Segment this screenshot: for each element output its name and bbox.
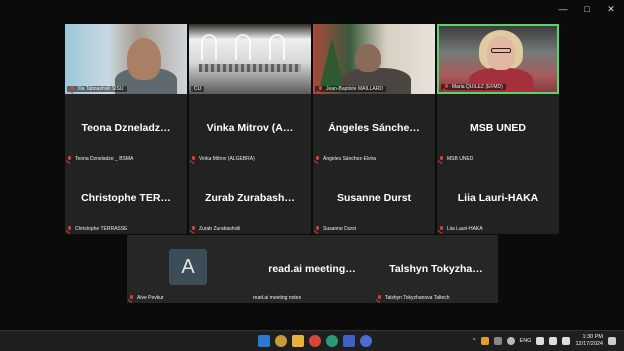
mic-muted-icon xyxy=(318,86,323,92)
participant-display-name: Susanne Durst xyxy=(336,192,412,204)
notifications-icon[interactable] xyxy=(608,337,616,345)
participant-tile[interactable]: read.ai meeting… read.ai meeting notes xyxy=(251,235,373,303)
microphone-icon[interactable] xyxy=(506,337,515,345)
participant-tile[interactable]: Susanne Durst Susanne Durst xyxy=(313,164,435,234)
participant-name: CU xyxy=(194,86,202,92)
participant-tile[interactable]: Liia Lauri-HAKA Liia Lauri-HAKA xyxy=(437,164,559,234)
video-tile[interactable]: Ilia Tabnashvili SISU xyxy=(65,24,187,94)
participant-display-name: Teona Dzneladz… xyxy=(81,122,171,134)
participant-video xyxy=(491,48,511,53)
taskbar-apps xyxy=(258,335,372,347)
mic-muted-icon xyxy=(129,295,134,301)
language-indicator[interactable]: ENG xyxy=(520,338,532,344)
search-icon[interactable] xyxy=(275,335,287,347)
participant-tile[interactable]: Talshyn Tokyzha… Talshyn Tokyzhanova Tal… xyxy=(375,235,497,303)
participant-tile[interactable]: Zurab Zurabash… Zurab Zurabashvili xyxy=(189,164,311,234)
participant-tile[interactable]: Ángeles Sánche… Ángeles Sánchez-Elvira xyxy=(313,94,435,164)
edge-icon[interactable] xyxy=(326,335,338,347)
system-tray: ^ ENG 1:30 PM 12/17/2024 xyxy=(473,334,616,348)
windows-taskbar: ^ ENG 1:30 PM 12/17/2024 xyxy=(0,330,624,351)
mic-muted-icon xyxy=(191,226,196,232)
participant-video xyxy=(355,44,381,72)
participant-display-name: Ángeles Sánche… xyxy=(328,122,420,134)
room-arch xyxy=(235,34,251,60)
participant-name: read.ai meeting notes xyxy=(253,295,302,301)
mic-muted-icon xyxy=(70,86,75,92)
window-controls: — □ ✕ xyxy=(558,4,616,14)
tray-app-icon[interactable] xyxy=(480,337,489,345)
participant-tile[interactable]: Teona Dzneladz… Teona Dzneladze _ BSMA xyxy=(65,94,187,164)
mic-muted-icon xyxy=(315,226,320,232)
volume-icon[interactable] xyxy=(549,337,558,345)
video-tile[interactable]: CU xyxy=(189,24,311,94)
clock[interactable]: 1:30 PM 12/17/2024 xyxy=(575,334,603,348)
participant-name: Zurab Zurabashvili xyxy=(199,226,241,232)
participant-name: Vinka Mitrov (ALGEBRA) xyxy=(199,156,255,162)
room-arch xyxy=(269,34,285,60)
mic-muted-icon xyxy=(377,295,382,301)
participant-name: Aive Pevkur xyxy=(137,295,164,301)
participant-display-name: Liia Lauri-HAKA xyxy=(457,192,539,204)
room-arch xyxy=(201,34,217,60)
participant-display-name: read.ai meeting… xyxy=(268,263,356,275)
mic-muted-icon xyxy=(67,156,72,162)
mic-muted-icon xyxy=(67,226,72,232)
participant-name: Jean-Baptiste MAILLARD xyxy=(326,86,383,92)
participant-video xyxy=(487,36,515,70)
mic-muted-icon xyxy=(439,226,444,232)
participant-name: Christophe TERRASSE xyxy=(75,226,128,232)
room-audience xyxy=(199,64,301,72)
clock-time: 1:30 PM xyxy=(582,334,603,340)
participant-name: Ángeles Sánchez-Elvira xyxy=(323,156,377,162)
participant-display-name: Zurab Zurabash… xyxy=(205,192,295,204)
start-icon[interactable] xyxy=(258,335,270,347)
video-tile-active-speaker[interactable]: Maria QUILEZ (EFMD) xyxy=(437,24,559,94)
participant-name: Teona Dzneladze _ BSMA xyxy=(75,156,134,162)
mic-muted-icon xyxy=(444,84,449,90)
mic-muted-icon xyxy=(191,156,196,162)
teams-icon[interactable] xyxy=(343,335,355,347)
clock-date: 12/17/2024 xyxy=(575,341,603,347)
meeting-app-icon[interactable] xyxy=(360,335,372,347)
participant-display-name: Talshyn Tokyzha… xyxy=(389,263,483,275)
participant-tile[interactable]: MSB UNED MSB UNED xyxy=(437,94,559,164)
participant-name: MSB UNED xyxy=(447,156,474,162)
participant-tile[interactable]: Vinka Mitrov (A… Vinka Mitrov (ALGEBRA) xyxy=(189,94,311,164)
participant-video xyxy=(127,38,161,80)
wifi-icon[interactable] xyxy=(536,337,545,345)
participant-name: Talshyn Tokyzhanova Taltech xyxy=(385,295,450,301)
participant-name: Susanne Durst xyxy=(323,226,357,232)
maximize-button[interactable]: □ xyxy=(582,4,592,14)
participant-display-name: MSB UNED xyxy=(469,122,526,134)
participant-name: Liia Lauri-HAKA xyxy=(447,226,483,232)
participant-display-name: Christophe TER… xyxy=(81,192,171,204)
participant-tile[interactable]: A Aive Pevkur xyxy=(127,235,249,303)
participant-tile[interactable]: Christophe TER… Christophe TERRASSE xyxy=(65,164,187,234)
video-tile[interactable]: Jean-Baptiste MAILLARD xyxy=(313,24,435,94)
mic-muted-icon xyxy=(439,156,444,162)
file-explorer-icon[interactable] xyxy=(292,335,304,347)
participant-name: Maria QUILEZ (EFMD) xyxy=(452,84,503,90)
participant-grid: Ilia Tabnashvili SISU CU Jean-Baptiste M… xyxy=(65,24,561,234)
mic-muted-icon xyxy=(315,156,320,162)
battery-icon[interactable] xyxy=(562,337,571,345)
participant-display-name: Vinka Mitrov (A… xyxy=(206,122,294,134)
participant-video xyxy=(469,68,533,92)
participant-name: Ilia Tabnashvili SISU xyxy=(78,86,124,92)
avatar: A xyxy=(169,249,207,285)
minimize-button[interactable]: — xyxy=(558,4,568,14)
chrome-icon[interactable] xyxy=(309,335,321,347)
participant-grid-bottom-row: A Aive Pevkur read.ai meeting… read.ai m… xyxy=(127,235,498,303)
close-button[interactable]: ✕ xyxy=(606,4,616,14)
tray-overflow-icon[interactable]: ^ xyxy=(473,338,476,344)
tray-app-icon[interactable] xyxy=(493,337,502,345)
